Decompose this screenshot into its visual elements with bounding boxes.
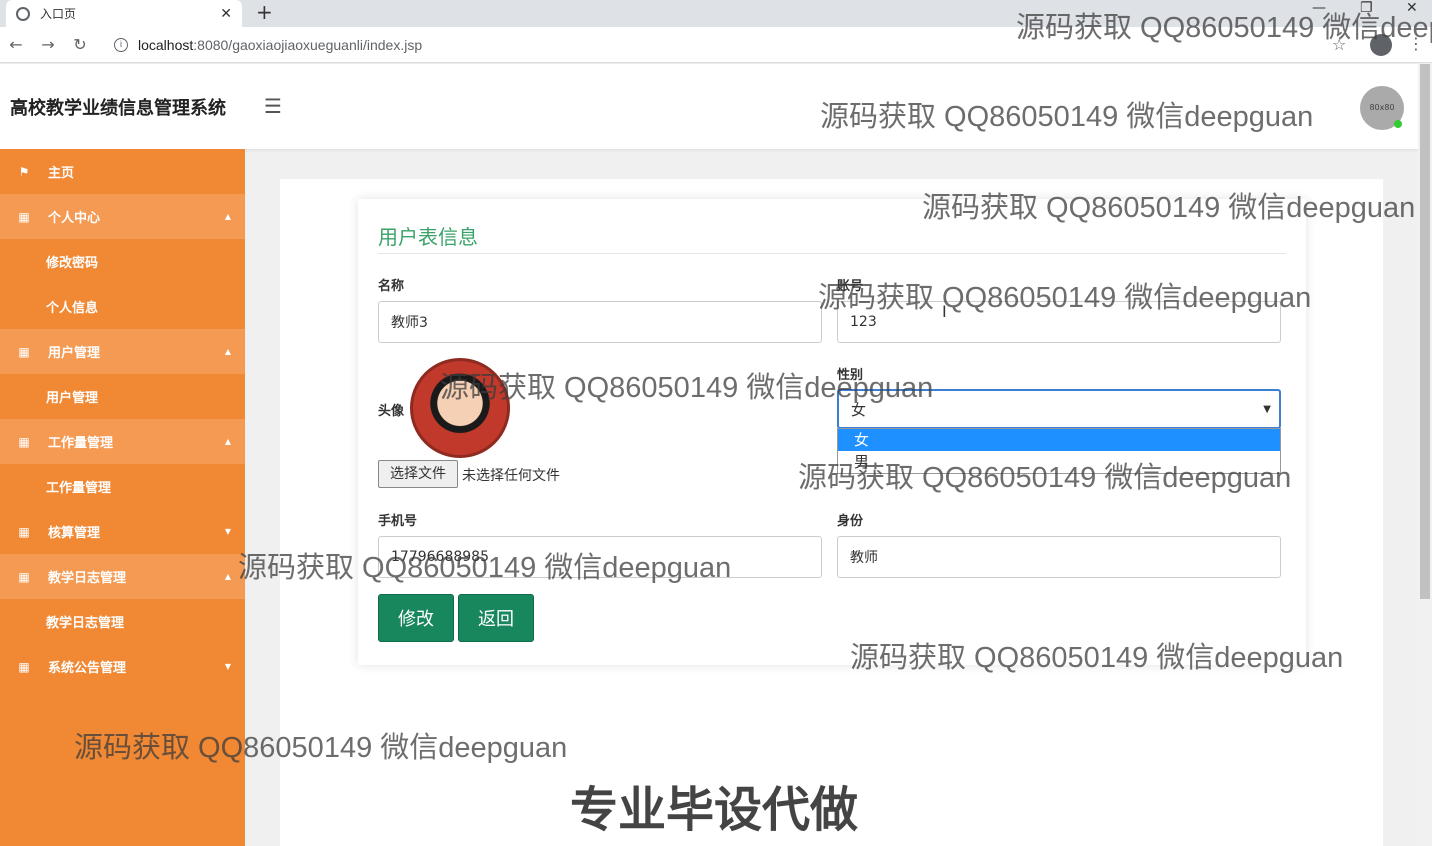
minimize-icon[interactable]: — [1312, 0, 1326, 16]
menu-toggle-icon[interactable]: ☰ [264, 94, 282, 118]
sidebar-group-teaching-log[interactable]: ▦ 教学日志管理 ▲ [0, 554, 245, 599]
chevron-down-icon: ▼ [224, 527, 231, 536]
forward-icon[interactable]: → [32, 35, 64, 54]
submit-button[interactable]: 修改 [378, 594, 454, 642]
sidebar-item-teaching-log[interactable]: 教学日志管理 [0, 599, 245, 644]
form-title: 用户表信息 [378, 225, 478, 249]
phone-input[interactable]: 17796688985 [378, 536, 822, 578]
sidebar-item-users[interactable]: 用户管理 [0, 374, 245, 419]
sidebar-item-home[interactable]: ⚑ 主页 [0, 149, 245, 194]
name-input[interactable]: 教师3 [378, 301, 822, 343]
grid-icon: ▦ [18, 569, 30, 584]
sidebar-item-label: 主页 [48, 166, 75, 181]
grid-icon: ▦ [18, 344, 30, 359]
sidebar-group-announcements[interactable]: ▦ 系统公告管理 ▼ [0, 644, 245, 689]
text-cursor-icon: I [942, 302, 947, 321]
file-status-text: 未选择任何文件 [462, 468, 560, 484]
new-tab-button[interactable]: + [256, 0, 273, 24]
sidebar-item-change-password[interactable]: 修改密码 [0, 239, 245, 284]
avatar-placeholder-text: 80x80 [1369, 103, 1395, 112]
back-button[interactable]: 返回 [458, 594, 534, 642]
grid-icon: ▦ [18, 434, 30, 449]
grid-icon: ▦ [18, 209, 30, 224]
close-tab-icon[interactable]: ✕ [220, 6, 232, 22]
choose-file-button[interactable]: 选择文件 [378, 460, 458, 488]
scrollbar-thumb[interactable] [1420, 64, 1430, 599]
sidebar-item-label: 核算管理 [48, 526, 101, 541]
sidebar-item-profile[interactable]: 个人信息 [0, 284, 245, 329]
divider [378, 253, 1286, 254]
bookmark-star-icon[interactable]: ☆ [1332, 35, 1346, 54]
chevron-down-icon: ▼ [224, 662, 231, 671]
restore-icon[interactable]: ❐ [1360, 0, 1373, 16]
account-label: 账号 [837, 279, 864, 294]
url-input[interactable]: i localhost:8080/gaoxiaojiaoxueguanli/in… [106, 31, 1356, 59]
sidebar-item-label: 工作量管理 [48, 436, 114, 451]
grid-icon: ▦ [18, 659, 30, 674]
role-input[interactable]: 教师 [837, 536, 1281, 578]
sidebar-item-workload[interactable]: 工作量管理 [0, 464, 245, 509]
browser-tabbar: 入口页 ✕ + — ❐ ✕ [0, 0, 1432, 27]
close-window-icon[interactable]: ✕ [1406, 0, 1418, 16]
back-icon[interactable]: ← [0, 35, 32, 54]
account-input[interactable]: 123 [837, 301, 1281, 343]
role-label: 身份 [837, 514, 864, 529]
chevron-up-icon: ▲ [224, 212, 231, 221]
address-bar: ← → ↻ i localhost:8080/gaoxiaojiaoxuegua… [0, 27, 1432, 63]
avatar-label: 头像 [378, 404, 405, 419]
gender-selected-value: 女 [851, 400, 867, 419]
chevron-down-icon: ▼ [1263, 403, 1271, 415]
sidebar-group-users[interactable]: ▦ 用户管理 ▲ [0, 329, 245, 374]
reload-icon[interactable]: ↻ [64, 35, 96, 54]
gender-option[interactable]: 女 [838, 429, 1280, 451]
sidebar-group-personal[interactable]: ▦ 个人中心 ▲ [0, 194, 245, 239]
avatar-image [410, 358, 510, 458]
browser-menu-icon[interactable]: ⋮ [1408, 34, 1424, 53]
chevron-up-icon: ▲ [224, 437, 231, 446]
sidebar-item-label: 系统公告管理 [48, 661, 127, 676]
online-status-dot [1394, 120, 1402, 128]
gender-option[interactable]: 男 [838, 451, 1280, 473]
chevron-up-icon: ▲ [224, 347, 231, 356]
sidebar-item-label: 个人中心 [48, 211, 101, 226]
gender-select[interactable]: 女 ▼ [837, 389, 1281, 429]
grid-icon: ▦ [18, 524, 30, 539]
sidebar-item-label: 用户管理 [48, 346, 101, 361]
chevron-up-icon: ▲ [224, 572, 231, 581]
user-avatar[interactable]: 80x80 [1360, 86, 1404, 130]
app-header: 高校教学业绩信息管理系统 ☰ 80x80 [0, 64, 1418, 149]
info-icon[interactable]: i [114, 38, 128, 52]
sidebar: ⚑ 主页 ▦ 个人中心 ▲ 修改密码 个人信息 ▦ 用户管理 ▲ 用户管理 ▦ … [0, 149, 245, 846]
url-host: localhost [138, 37, 194, 53]
flag-icon: ⚑ [18, 164, 30, 179]
tab-title: 入口页 [40, 7, 77, 21]
sidebar-item-label: 教学日志管理 [48, 571, 127, 586]
browser-tab[interactable]: 入口页 ✕ [6, 0, 242, 27]
page-scrollbar[interactable] [1418, 64, 1432, 846]
url-path: :8080/gaoxiaojiaoxueguanli/index.jsp [193, 37, 423, 53]
profile-icon[interactable] [1370, 34, 1392, 56]
name-label: 名称 [378, 279, 405, 294]
gender-dropdown: 女 男 [837, 428, 1281, 474]
gender-label: 性别 [837, 368, 864, 383]
sidebar-group-accounting[interactable]: ▦ 核算管理 ▼ [0, 509, 245, 554]
phone-label: 手机号 [378, 514, 418, 529]
globe-icon [16, 6, 30, 21]
app-title: 高校教学业绩信息管理系统 [10, 98, 226, 119]
promo-banner: 专业毕设代做 [570, 782, 859, 838]
sidebar-group-workload[interactable]: ▦ 工作量管理 ▲ [0, 419, 245, 464]
